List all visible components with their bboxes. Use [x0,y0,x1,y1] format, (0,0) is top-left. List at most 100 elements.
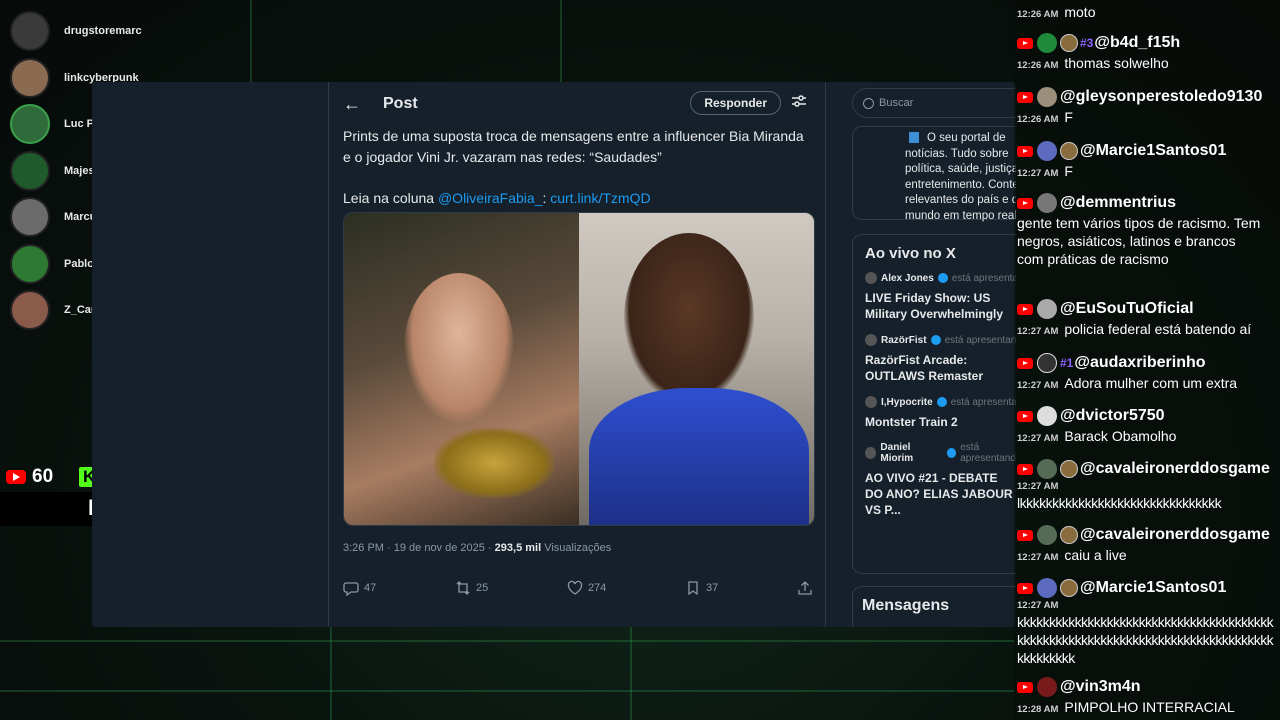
member-badge-icon [1060,142,1078,160]
chat-text: caiu a live [1064,547,1127,563]
chat-timestamp: 12:27 AM [1017,380,1059,391]
crown-icon: #1 [1060,356,1074,370]
like-action[interactable]: 274 [567,580,606,596]
post-column: ← Post Responder Prints de uma suposta t… [328,82,826,627]
chat-username: @dvictor5750 [1060,407,1165,424]
chat-message: 12:26 AM moto [1014,2,1280,25]
youtube-icon [1017,681,1033,693]
post-read-line: Leia na coluna @OliveiraFabia_: curt.lin… [343,188,811,209]
verified-icon [930,335,941,345]
avatar [10,290,50,331]
live-item-title: LIVE Friday Show: US Military Overwhelmi… [865,291,1004,321]
chat-message: #1 @audaxriberinho 12:27 AM Adora mulher c… [1014,352,1280,395]
live-author: I,Hypocrite [881,396,933,408]
chat-timestamp: 12:27 AM [1017,481,1059,492]
chat-username: @Marcie1Santos01 [1080,142,1227,159]
live-title: Ao vivo no X [865,245,956,262]
chat-message: @vin3m4n 12:28 AM PIMPOLHO INTERRACIAL [1014,676,1280,719]
live-item[interactable]: RazörFist está apresentando RazörFist Arc… [865,334,1016,384]
avatar [10,11,50,52]
chat-username: @EuSouTuOficial [1060,300,1194,317]
chat-username: @audaxriberinho [1074,354,1206,371]
chat-timestamp: 12:28 AM [1017,704,1059,715]
youtube-icon [1017,37,1033,49]
chat-text: Barack Obamolho [1064,428,1177,444]
member-badge-icon [1060,579,1078,597]
chat-message: @Marcie1Santos01 12:27 AM kkkkkkkkkkkkkk… [1014,577,1280,667]
live-item-title: RazörFist Arcade: OUTLAWS Remaster [865,353,984,383]
post-text: Prints de uma suposta troca de mensagens… [343,128,804,165]
member-name: drugstoremarc [64,25,142,38]
repost-action[interactable]: 25 [455,580,488,596]
chat-timestamp: 12:27 AM [1017,168,1059,179]
search-placeholder: Buscar [879,97,914,109]
youtube-icon [6,470,26,484]
chat-username: @demmentrius [1060,194,1177,211]
short-link[interactable]: curt.link/TzmQD [550,190,650,206]
chat-username: @vin3m4n [1060,678,1141,695]
chat-message: @EuSouTuOficial 12:27 AM policia federal … [1014,298,1280,341]
live-item[interactable]: I,Hypocrite está apresentando Montster Tr… [865,396,1016,430]
verified-icon [937,273,948,283]
youtube-icon [1017,529,1033,541]
mention-link[interactable]: @OliveiraFabia_ [438,190,542,206]
avatar [1037,33,1057,53]
chat-text: gente tem vários tipos de racismo. Tem n… [1017,215,1261,267]
youtube-viewer-count: 60 [32,466,54,487]
live-chat-overlay: 12:26 AM moto #3 @b4d_f15h 12:26 AM thomas … [1014,0,1280,720]
reply-action[interactable]: 47 [343,580,376,596]
portal-text: O seu portal de notícias. Tudo sobre pol… [905,132,1016,222]
left-nav-area [92,82,328,627]
like-count: 274 [587,582,607,594]
search-input[interactable]: Buscar [852,88,1016,118]
grid-line [630,627,632,720]
live-item[interactable]: Daniel Miorim está apresentando AO VIVO #… [865,442,1016,518]
avatar [865,334,877,346]
live-author: Alex Jones [881,272,934,284]
avatar [10,57,50,98]
grid-line [0,690,1014,692]
member-badge-icon [1060,34,1078,52]
post-image[interactable] [343,212,815,526]
chat-message: @dvictor5750 12:27 AM Barack Obamolho [1014,405,1280,448]
live-author: RazörFist [881,334,927,346]
chat-message: @Marcie1Santos01 12:27 AM F [1014,140,1280,183]
post-meta: 3:26 PM · 19 de nov de 2025 · 293,5 mil … [343,542,611,554]
youtube-icon [1017,197,1033,209]
avatar [1037,677,1057,697]
bookmark-action[interactable]: 37 [685,580,718,596]
chat-username: @cavaleironerddosgame [1080,460,1270,477]
post-body: Prints de uma suposta troca de mensagens… [329,126,825,209]
avatar [10,104,50,145]
youtube-icon [1017,410,1033,422]
live-author: Daniel Miorim [880,442,914,464]
chat-text: moto [1064,4,1096,20]
live-item[interactable]: Alex Jones está apresentando LIVE Friday … [865,272,1016,322]
bookmark-icon [688,581,698,596]
live-item-title: Montster Train 2 [865,415,958,429]
back-arrow-icon[interactable]: ← [343,94,373,115]
avatar [1037,406,1057,426]
youtube-icon [1017,357,1033,369]
read-prefix: Leia na coluna [343,190,438,206]
views-label: Visualizações [541,542,612,554]
search-icon [863,98,874,109]
settings-sliders-icon[interactable] [791,93,807,109]
reply-count: 47 [364,582,377,594]
avatar [1037,87,1057,107]
chat-username: @b4d_f15h [1094,34,1181,51]
messages-drawer[interactable]: Mensagens [852,586,1016,627]
avatar [865,272,877,284]
chat-timestamp: 12:27 AM [1017,326,1059,337]
bookmark-count: 37 [706,582,719,594]
reply-button[interactable]: Responder [690,91,781,115]
avatar [1037,578,1057,598]
avatar [865,396,877,408]
member-badge-icon [1060,460,1078,478]
chat-username: @Marcie1Santos01 [1080,579,1227,596]
share-action[interactable] [797,580,813,596]
messages-label: Mensagens [862,597,950,614]
chat-text: policia federal está batendo aí [1064,321,1252,337]
chat-message: #3 @b4d_f15h 12:26 AM thomas solwelho [1014,32,1280,75]
chat-timestamp: 12:26 AM [1017,60,1059,71]
